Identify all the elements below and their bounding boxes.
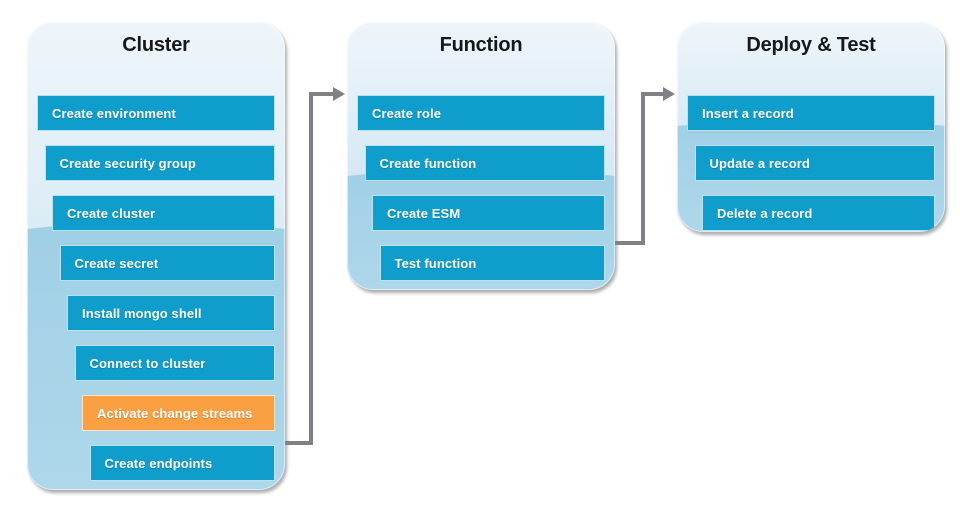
panel-title-deploy-test: Deploy & Test — [746, 34, 876, 56]
panel-title-function: Function — [439, 34, 523, 56]
step-label: Install mongo shell — [82, 305, 202, 321]
connector-segment-horizontal-top — [641, 92, 663, 96]
step-box[interactable]: Create role — [357, 95, 605, 131]
step-box[interactable]: Create security group — [44, 145, 275, 181]
step-label: Test function — [394, 255, 477, 271]
step-label: Create environment — [52, 105, 176, 121]
diagram-canvas: Cluster Create environment Create securit… — [0, 0, 965, 505]
step-box[interactable]: Create function — [364, 145, 605, 181]
step-box[interactable]: Create ESM — [372, 195, 605, 231]
step-box[interactable]: Create cluster — [52, 195, 275, 231]
step-label: Insert a record — [702, 105, 794, 121]
panel-title-cluster: Cluster — [122, 34, 190, 56]
step-box[interactable]: Create secret — [59, 245, 275, 281]
arrow-head-icon — [663, 87, 675, 101]
step-label: Create ESM — [387, 205, 461, 221]
step-box[interactable]: Create endpoints — [89, 445, 275, 481]
step-box[interactable]: Connect to cluster — [74, 345, 275, 381]
panel-function: Function Create role Create function Creat… — [347, 22, 615, 290]
arrow-head-icon — [333, 87, 345, 101]
step-label: Activate change streams — [97, 405, 253, 421]
step-label: Connect to cluster — [89, 355, 206, 371]
step-box[interactable]: Delete a record — [702, 195, 935, 231]
step-box[interactable]: Activate change streams — [82, 395, 275, 431]
step-label: Delete a record — [717, 205, 813, 221]
connector-segment-vertical — [309, 92, 313, 445]
step-label: Create cluster — [67, 205, 156, 221]
step-label: Create security group — [59, 155, 196, 171]
step-box[interactable]: Test function — [379, 245, 605, 281]
step-box[interactable]: Install mongo shell — [67, 295, 275, 331]
panel-deploy-test: Deploy & Test Insert a record Update a re… — [677, 22, 945, 232]
step-label: Create secret — [74, 255, 159, 271]
step-label: Create role — [372, 105, 442, 121]
panel-cluster: Cluster Create environment Create securit… — [27, 22, 285, 490]
step-label: Create function — [379, 155, 477, 171]
step-box[interactable]: Update a record — [694, 145, 935, 181]
step-box[interactable]: Create environment — [37, 95, 275, 131]
step-label: Update a record — [709, 155, 810, 171]
connector-segment-vertical — [641, 92, 645, 245]
step-label: Create endpoints — [104, 455, 213, 471]
connector-segment-horizontal-top — [309, 92, 333, 96]
step-box[interactable]: Insert a record — [687, 95, 935, 131]
